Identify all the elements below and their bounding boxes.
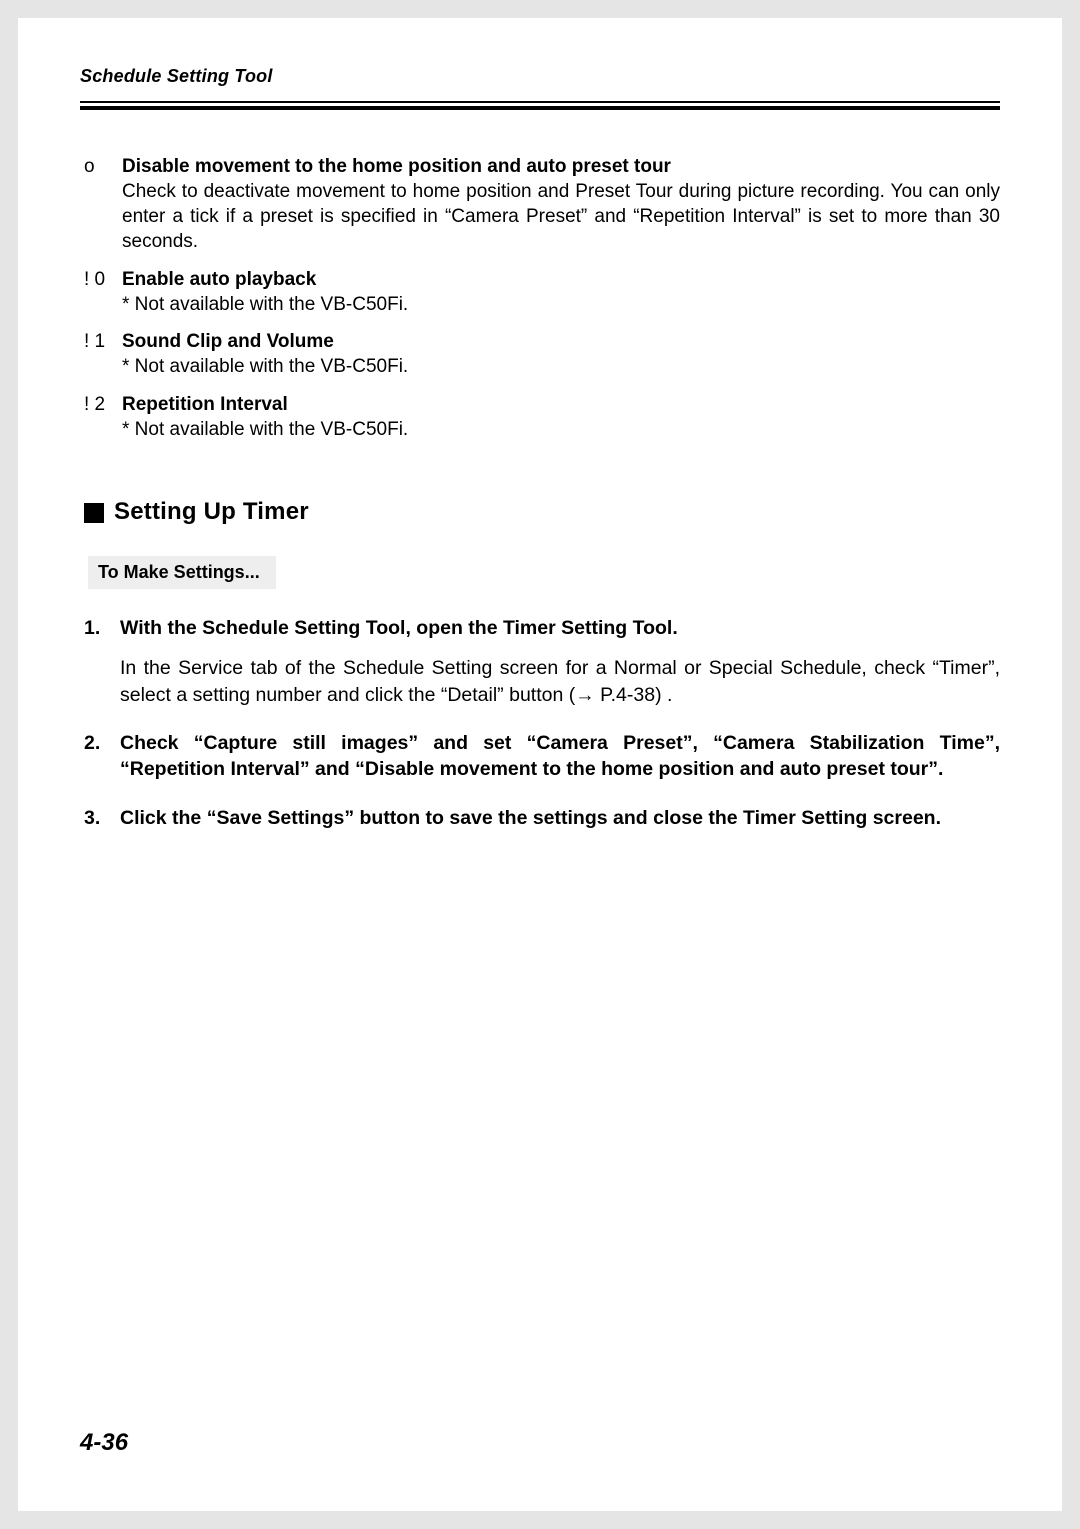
step-number: 3. [84,805,120,831]
section-heading: Setting Up Timer [84,498,1000,526]
item-title: Repetition Interval [122,394,288,415]
list-item: ! 1 Sound Clip and Volume * Not availabl… [84,329,1000,380]
body-content: o Disable movement to the home position … [80,154,1000,832]
page-number: 4-36 [80,1429,128,1457]
step-description: In the Service tab of the Schedule Setti… [120,655,1000,708]
list-item: ! 2 Repetition Interval * Not available … [84,392,1000,443]
item-mark: ! 1 [84,329,122,354]
subhead-container: To Make Settings... [84,556,1000,615]
item-note: * Not available with the VB-C50Fi. [122,354,1000,379]
step-title: Click the “Save Settings” button to save… [120,805,1000,831]
header-rule [80,101,1000,110]
step-item: 1. With the Schedule Setting Tool, open … [84,615,1000,708]
step-item: 2. Check “Capture still images” and set … [84,730,1000,783]
item-mark: o [84,154,122,179]
item-description: Check to deactivate movement to home pos… [122,179,1000,255]
step-title: Check “Capture still images” and set “Ca… [120,730,1000,783]
step-item: 3. Click the “Save Settings” button to s… [84,805,1000,831]
item-title: Disable movement to the home position an… [122,156,671,177]
item-title: Sound Clip and Volume [122,331,334,352]
item-note: * Not available with the VB-C50Fi. [122,292,1000,317]
step-number: 2. [84,730,120,756]
document-page: Schedule Setting Tool o Disable movement… [18,18,1062,1511]
running-head: Schedule Setting Tool [80,66,1000,87]
item-title: Enable auto playback [122,269,316,290]
list-item: ! 0 Enable auto playback * Not available… [84,267,1000,318]
item-mark: ! 2 [84,392,122,417]
square-bullet-icon [84,503,104,523]
subhead-box: To Make Settings... [88,556,276,589]
step-number: 1. [84,615,120,641]
item-mark: ! 0 [84,267,122,292]
list-item: o Disable movement to the home position … [84,154,1000,255]
item-note: * Not available with the VB-C50Fi. [122,417,1000,442]
section-title: Setting Up Timer [114,498,309,526]
step-title: With the Schedule Setting Tool, open the… [120,615,1000,641]
